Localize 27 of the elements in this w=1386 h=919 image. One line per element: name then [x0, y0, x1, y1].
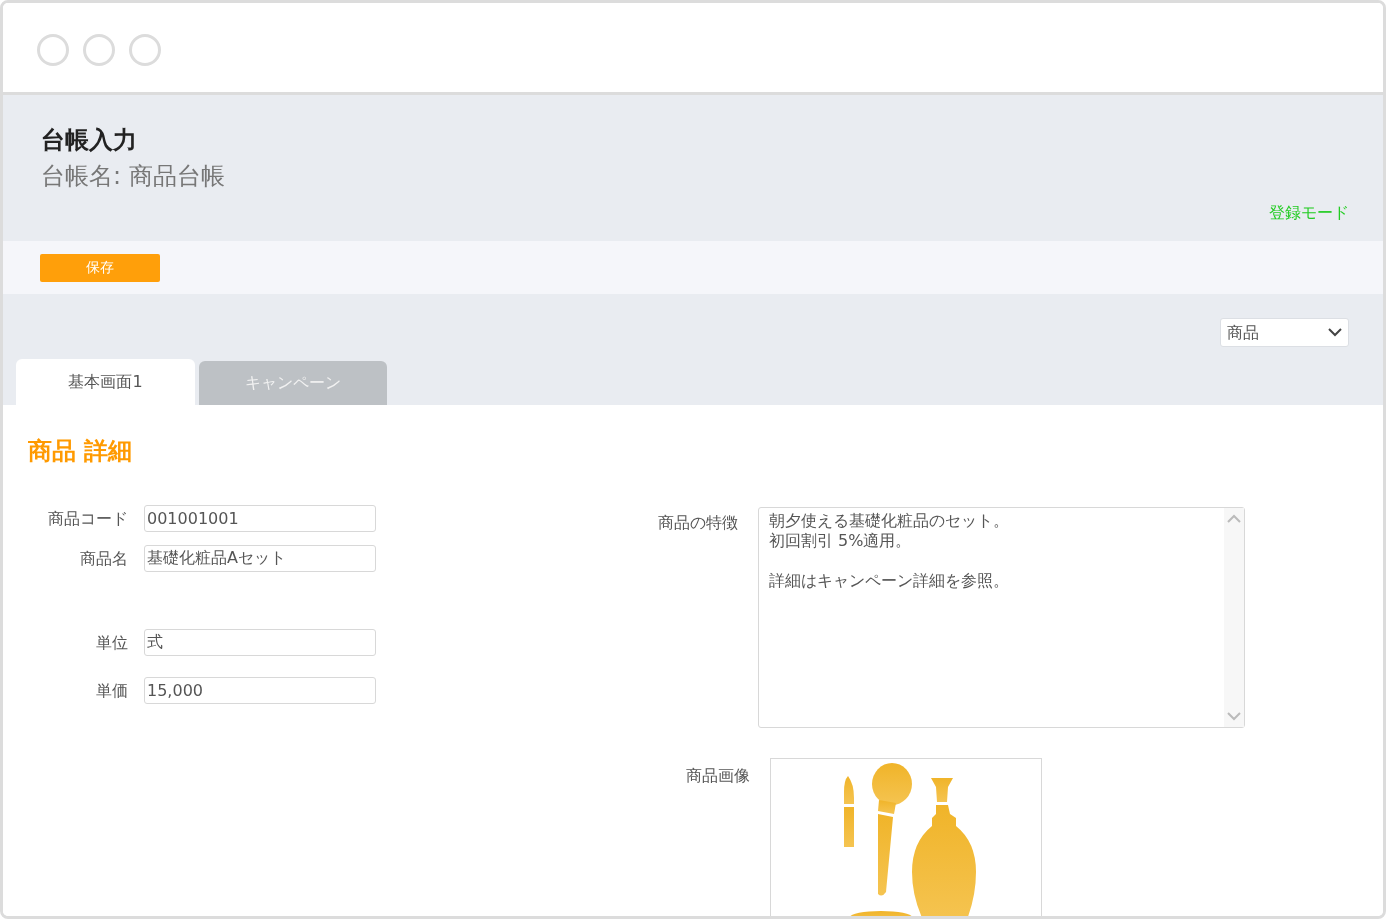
ledger-name: 台帳名: 商品台帳 [41, 161, 226, 191]
field-label: 商品画像 [685, 765, 751, 787]
tab[interactable]: 基本画面1 [16, 359, 195, 405]
window-control[interactable] [129, 34, 161, 66]
window-control[interactable] [37, 34, 69, 66]
features-textarea[interactable]: 朝夕使える基礎化粧品のセット。 初回割引 5%適用。 詳細はキャンペーン詳細を参照。 [758, 507, 1245, 728]
field-label: 単位 [95, 631, 129, 654]
input-field[interactable]: 基礎化粧品Aセット [144, 545, 376, 572]
text-line: 朝夕使える基礎化粧品のセット。 [769, 511, 1010, 531]
field-label: 商品名 [79, 547, 129, 570]
field-label: 商品の特徴 [657, 512, 739, 534]
text-line: 初回割引 5%適用。 [769, 531, 913, 551]
chevron-up-icon[interactable] [1227, 514, 1241, 523]
section-title: 商品 詳細 [28, 436, 134, 467]
text-line: 詳細はキャンペーン詳細を参照。 [769, 571, 1010, 591]
window-control[interactable] [83, 34, 115, 66]
scrollbar[interactable] [1224, 508, 1244, 727]
input-field[interactable]: 式 [144, 629, 376, 656]
mode-label: 登録モード [1269, 202, 1349, 224]
input-field[interactable]: 15,000 [144, 677, 376, 704]
chevron-down-icon[interactable] [1227, 712, 1241, 721]
field-label: 商品コード [47, 507, 129, 530]
chevron-down-icon [1328, 328, 1342, 337]
view-select[interactable]: 商品 [1220, 318, 1349, 347]
page-title: 台帳入力 [41, 125, 138, 155]
field-label: 単価 [95, 679, 129, 702]
input-field[interactable]: 001001001 [144, 505, 376, 532]
